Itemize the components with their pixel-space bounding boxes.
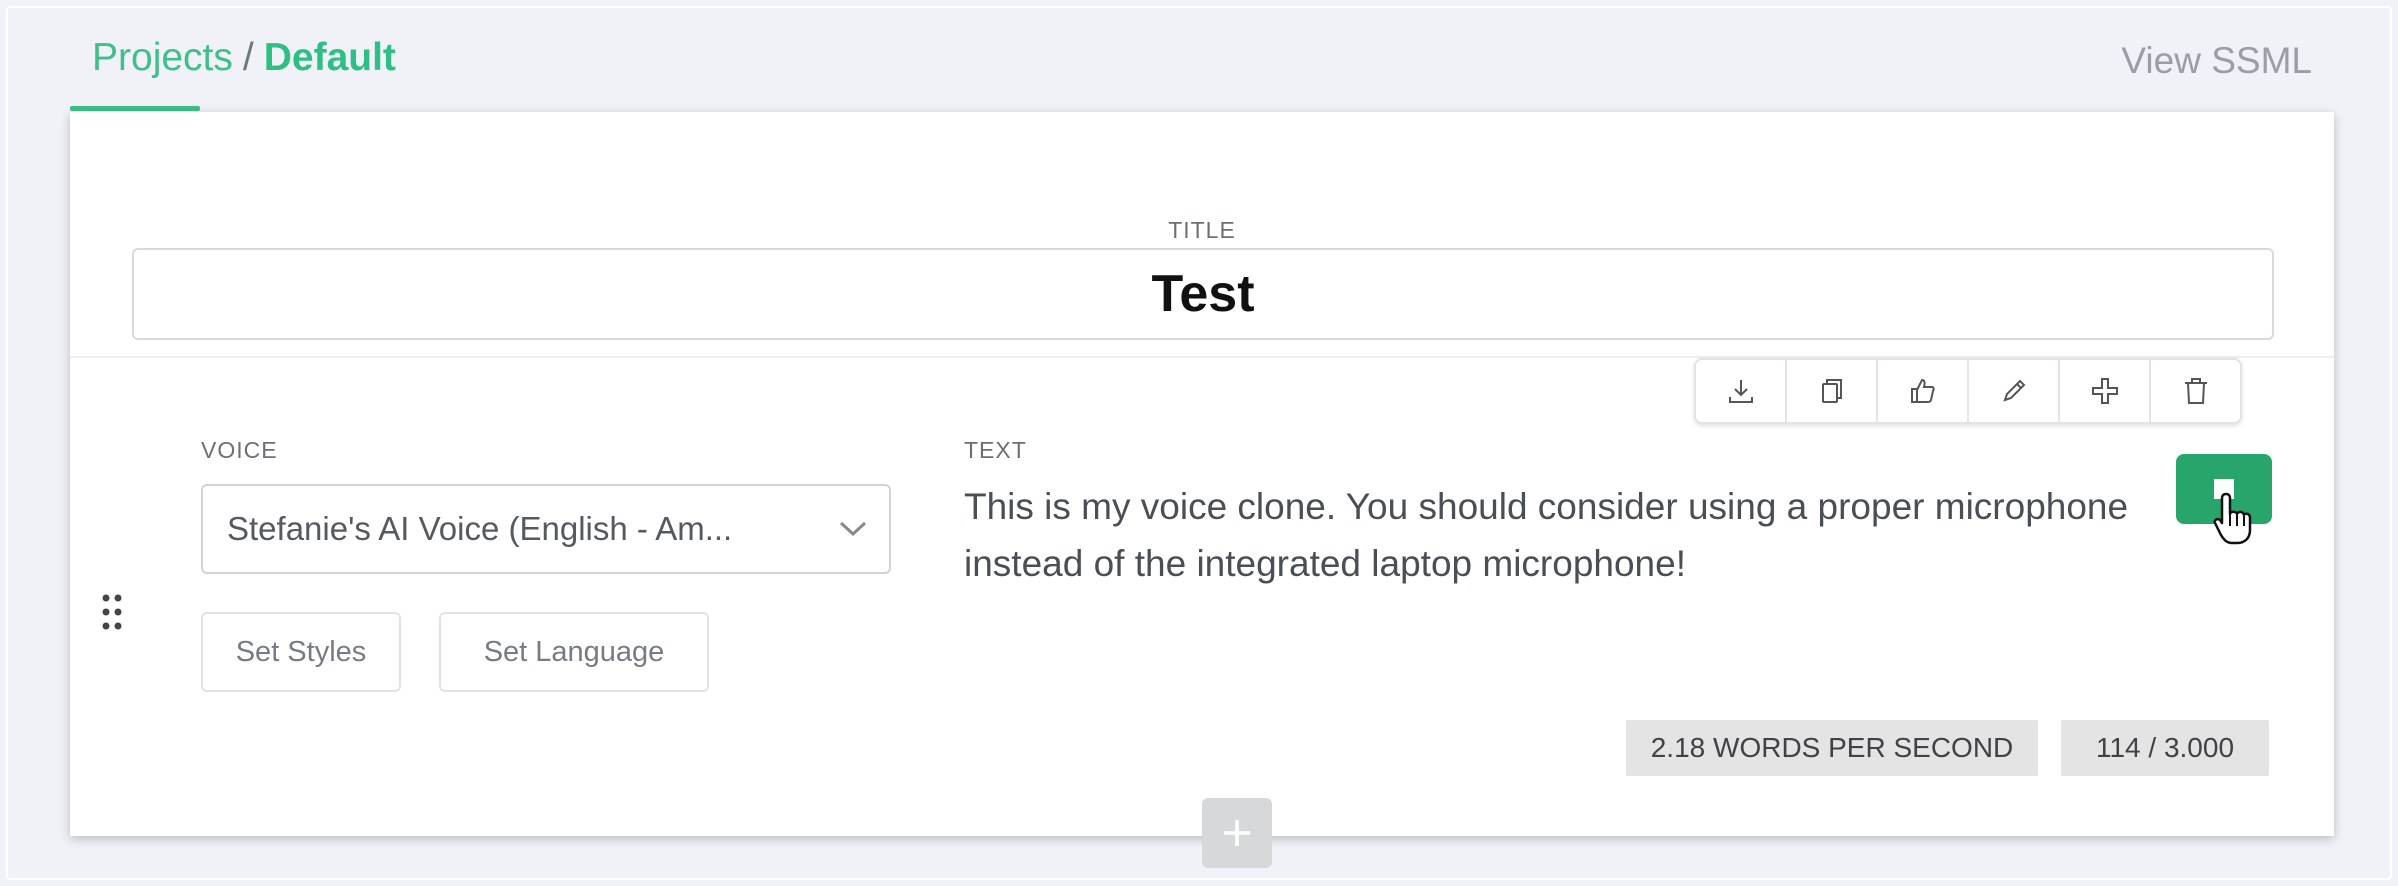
- voice-label: VOICE: [201, 437, 278, 463]
- text-label: TEXT: [964, 437, 1027, 463]
- breadcrumb-separator: /: [242, 36, 254, 79]
- title-input[interactable]: Test: [132, 248, 2274, 340]
- voice-select[interactable]: Stefanie's AI Voice (English - Am...: [201, 484, 891, 574]
- text-input[interactable]: This is my voice clone. You should consi…: [964, 478, 2144, 592]
- project-card: TITLE Test VOICE Stefanie's AI Voice (En…: [70, 112, 2334, 868]
- words-per-second-badge: 2.18 WORDS PER SECOND: [1626, 720, 2038, 776]
- like-button[interactable]: [1878, 360, 1969, 422]
- breadcrumb-projects[interactable]: Projects: [92, 36, 233, 80]
- trash-icon: [2184, 378, 2207, 404]
- download-button[interactable]: [1696, 360, 1787, 422]
- delete-button[interactable]: [2151, 360, 2240, 422]
- title-label: TITLE: [1168, 217, 1236, 243]
- edit-button[interactable]: [1969, 360, 2060, 422]
- pencil-icon: [2002, 379, 2025, 402]
- drag-dots-icon: [102, 594, 122, 630]
- plus-icon: [1224, 820, 1250, 846]
- thumbs-up-icon: [1910, 378, 1935, 403]
- drag-handle[interactable]: [100, 592, 124, 632]
- breadcrumb: Projects / Default: [92, 36, 396, 80]
- chevron-down-icon: [817, 520, 889, 538]
- block-toolbar: [1694, 358, 2242, 424]
- character-count-badge: 114 / 3.000: [2061, 720, 2269, 776]
- move-button[interactable]: [2060, 360, 2151, 422]
- breadcrumb-current: Default: [263, 36, 396, 79]
- active-tab-indicator: [70, 106, 200, 111]
- copy-button[interactable]: [1787, 360, 1878, 422]
- add-block-button[interactable]: [1202, 798, 1272, 868]
- set-styles-button[interactable]: Set Styles: [201, 612, 401, 692]
- move-icon: [2091, 378, 2118, 404]
- view-ssml-link[interactable]: View SSML: [2121, 40, 2312, 82]
- voice-select-value: Stefanie's AI Voice (English - Am...: [227, 510, 733, 547]
- copy-icon: [1821, 379, 1842, 403]
- download-icon: [1728, 380, 1753, 403]
- set-language-button[interactable]: Set Language: [439, 612, 709, 692]
- hand-cursor-icon: [2213, 492, 2252, 545]
